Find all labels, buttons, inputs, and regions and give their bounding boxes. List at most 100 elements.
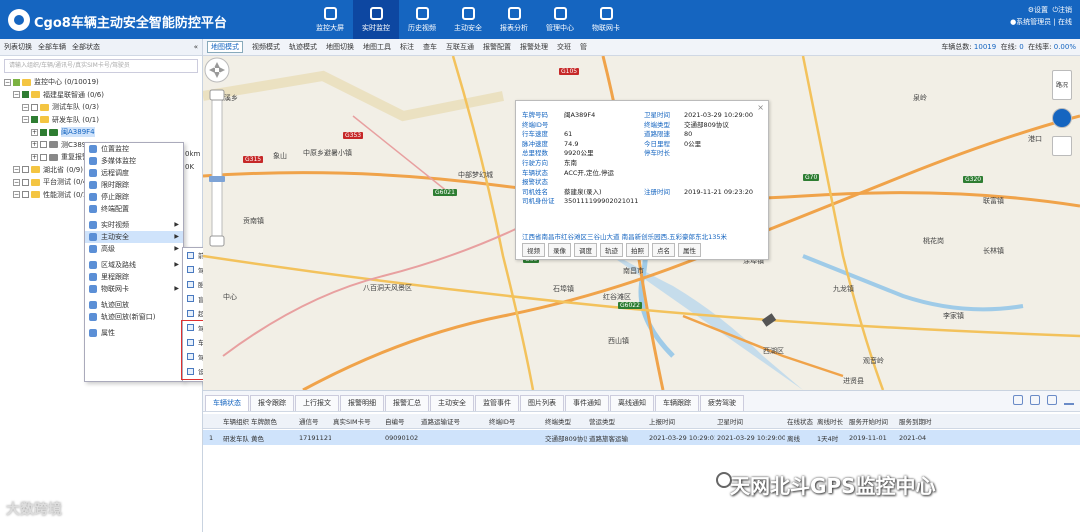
tree-checkbox[interactable] (13, 78, 20, 86)
context-menu-item[interactable]: 位置监控 (85, 143, 183, 155)
expand-icon[interactable]: − (13, 178, 20, 186)
map-toolbar-button[interactable]: 互联互通 (446, 42, 474, 52)
bottom-tab[interactable]: 主动安全 (430, 395, 474, 411)
expand-icon[interactable]: + (31, 128, 38, 136)
vehicle-address[interactable]: 江西省南昌市红谷滩区三谷山大道 南昌新创乐园西,五彩豪郎东北135米 (522, 231, 727, 241)
settings-icon[interactable] (1047, 395, 1057, 405)
map-toolbar-button[interactable]: 地图模式 (207, 41, 243, 53)
map-toolbar-button[interactable]: 报警配置 (483, 42, 511, 52)
vehicle-search-input[interactable]: 请输入组织/车辆/通讯号/真实SIM卡号/驾驶员 (4, 59, 198, 73)
context-menu-item[interactable]: 实时视频 ▶ (85, 219, 183, 231)
road-condition-button[interactable]: 路况 (1052, 70, 1072, 100)
column-header[interactable]: 真实SIM卡号 (333, 416, 383, 426)
map-toolbar-button[interactable]: 标注 (400, 42, 414, 52)
tree-checkbox[interactable] (31, 103, 38, 111)
bottom-tab[interactable]: 离线通知 (610, 395, 654, 411)
column-header[interactable]: 车牌颜色 (251, 416, 297, 426)
column-header[interactable]: 终端ID号 (489, 416, 543, 426)
context-menu-item[interactable]: 主动安全 ▶ (85, 231, 183, 243)
map-toolbar-button[interactable]: 交班 (557, 42, 571, 52)
tree-checkbox[interactable] (22, 166, 29, 174)
bottom-tab[interactable]: 监管事件 (475, 395, 519, 411)
map-toolbar-button[interactable]: 地图切换 (326, 42, 354, 52)
tree-node[interactable]: − 福建星联智通 (0/6) (4, 89, 202, 102)
context-menu-item[interactable]: 限时跟踪 (85, 179, 183, 191)
expand-icon[interactable]: + (31, 153, 38, 161)
tree-checkbox[interactable] (40, 153, 47, 161)
context-menu-item[interactable]: 轨迹回放(新窗口) (85, 311, 183, 323)
context-menu-item[interactable]: 远程调度 (85, 167, 183, 179)
map-toolbar-button[interactable]: 轨迹模式 (289, 42, 317, 52)
locate-icon[interactable] (1052, 108, 1072, 128)
bottom-tab[interactable]: 疲劳驾驶 (700, 395, 744, 411)
bottom-tab[interactable]: 报令跟踪 (250, 395, 294, 411)
tree-checkbox[interactable] (22, 191, 29, 199)
expand-icon[interactable]: − (13, 91, 20, 99)
popup-action-button[interactable]: 点名 (652, 243, 675, 257)
popup-action-button[interactable]: 拍照 (626, 243, 649, 257)
column-header[interactable]: 上报时间 (649, 416, 715, 426)
context-menu-item[interactable]: 属性 (85, 327, 183, 339)
nav-item[interactable]: 历史视频 (399, 0, 445, 39)
context-menu-item[interactable]: 物联网卡 ▶ (85, 283, 183, 295)
bottom-tab[interactable]: 车辆跟踪 (655, 395, 699, 411)
map-toolbar-button[interactable]: 地图工具 (363, 42, 391, 52)
popup-action-button[interactable]: 调度 (574, 243, 597, 257)
tree-checkbox[interactable] (22, 178, 29, 186)
column-header[interactable]: 道路运输证号 (421, 416, 487, 426)
popup-action-button[interactable]: 视频 (522, 243, 545, 257)
bottom-tab[interactable]: 上行报文 (295, 395, 339, 411)
map-toolbar-button[interactable]: 管 (580, 42, 587, 52)
column-header[interactable]: 服务开始时间 (849, 416, 897, 426)
expand-icon[interactable]: − (13, 191, 20, 199)
left-toolbar-button[interactable]: 全部车辆 (38, 42, 66, 52)
expand-icon[interactable]: − (22, 103, 29, 111)
tree-node[interactable]: + 闽A389F4 (4, 126, 202, 139)
settings-link[interactable]: 设置 (1034, 6, 1048, 14)
context-menu-item[interactable]: 里程跟踪 (85, 271, 183, 283)
popup-action-button[interactable]: 录像 (548, 243, 571, 257)
collapse-icon[interactable]: « (194, 43, 198, 51)
nav-item[interactable]: 物联网卡 (583, 0, 629, 39)
tree-checkbox[interactable] (40, 128, 47, 136)
left-toolbar-button[interactable]: 列表切换 (4, 42, 32, 52)
logout-link[interactable]: 注销 (1058, 6, 1072, 14)
column-header[interactable]: 服务到期时 (899, 416, 959, 426)
tree-checkbox[interactable] (40, 141, 47, 149)
nav-item[interactable]: 主动安全 (445, 0, 491, 39)
left-toolbar-button[interactable]: 全部状态 (72, 42, 100, 52)
expand-icon[interactable]: − (4, 78, 11, 86)
context-menu-item[interactable]: 终端配置 (85, 203, 183, 215)
map-canvas[interactable]: 贵溪乡中原乡避暑小镇中部梦幻城八百洞天风景区象山贡南镇中心石埠镇东乡镇红谷滩区南… (203, 56, 1080, 390)
nav-item[interactable]: 实时监控 (353, 0, 399, 39)
layers-icon[interactable] (1052, 136, 1072, 156)
column-header[interactable]: 离线时长 (817, 416, 847, 426)
bottom-tab[interactable]: 报警汇总 (385, 395, 429, 411)
map-toolbar-button[interactable]: 报警处理 (520, 42, 548, 52)
bottom-tab[interactable]: 车辆状态 (205, 395, 249, 411)
context-menu-item[interactable]: 轨迹回放 (85, 299, 183, 311)
tree-checkbox[interactable] (31, 116, 38, 124)
zoom-control[interactable] (203, 56, 231, 256)
nav-item[interactable]: 管理中心 (537, 0, 583, 39)
column-header[interactable]: 终端类型 (545, 416, 587, 426)
filter-icon[interactable] (1013, 395, 1023, 405)
minimize-icon[interactable] (1064, 403, 1074, 405)
context-menu-item[interactable]: 区域及路线 ▶ (85, 259, 183, 271)
tree-node[interactable]: − 测试车队 (0/3) (4, 101, 202, 114)
tree-node[interactable]: − 监控中心 (0/10019) (4, 76, 202, 89)
map-toolbar-button[interactable]: 视频模式 (252, 42, 280, 52)
nav-item[interactable]: 报表分析 (491, 0, 537, 39)
expand-icon[interactable]: − (13, 166, 20, 174)
nav-item[interactable]: 监控大屏 (307, 0, 353, 39)
tree-node[interactable]: − 研发车队 (0/1) (4, 114, 202, 127)
popup-action-button[interactable]: 属性 (678, 243, 701, 257)
table-row[interactable]: 1 研发车队黄色 17191121001 09090102 交通部809协议道路旅客运输… (203, 430, 1080, 445)
map-toolbar-button[interactable]: 查车 (423, 42, 437, 52)
bottom-tab[interactable]: 报警明细 (340, 395, 384, 411)
column-header[interactable]: 在线状态 (787, 416, 815, 426)
column-header[interactable]: 卫星时间 (717, 416, 785, 426)
columns-icon[interactable] (1030, 395, 1040, 405)
column-header[interactable]: 通信号 (299, 416, 331, 426)
close-icon[interactable]: × (757, 103, 764, 112)
